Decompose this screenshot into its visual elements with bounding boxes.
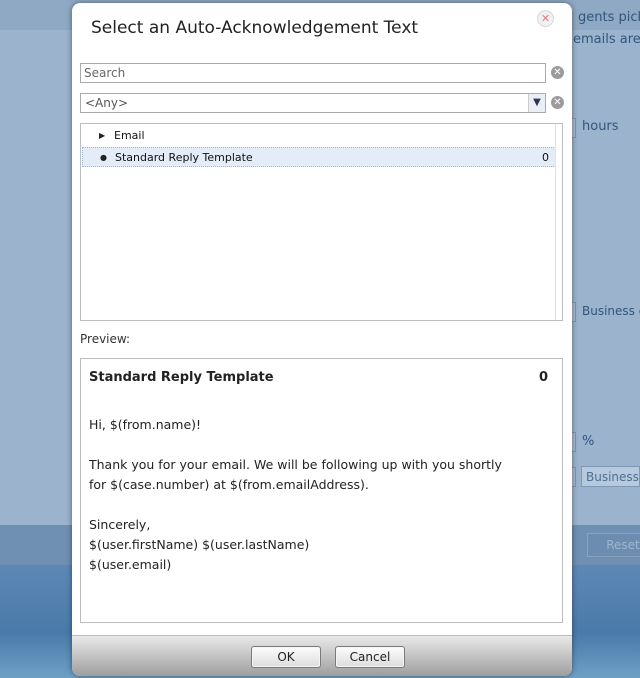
preview-line: for $(case.number) at $(from.emailAddres… [89,477,369,492]
bg-text: emails are [573,32,640,47]
category-filter-select[interactable]: <Any> ▼ [80,93,546,113]
bullet-icon: ● [100,153,107,162]
clear-icon[interactable]: ✕ [551,96,564,109]
bg-business-days-label: Business da [582,304,640,318]
cancel-button[interactable]: Cancel [335,646,405,668]
preview-label: Preview: [80,332,131,346]
dialog-title: Select an Auto-Acknowledgement Text [91,18,419,38]
bg-percent-label: % [582,434,595,449]
bg-text: gents pick [578,10,640,25]
template-tree: ▶ Email ● Standard Reply Template 0 [80,123,563,321]
preview-panel: Standard Reply Template 0 Hi, $(from.nam… [80,358,563,623]
tree-item-label: Email [114,129,145,142]
preview-count: 0 [538,370,548,385]
dialog-footer: OK Cancel [72,635,572,676]
tree-item-email[interactable]: ▶ Email [82,126,556,146]
tree-scrollbar[interactable] [555,124,562,320]
preview-line: Sincerely, [89,517,151,532]
ok-button[interactable]: OK [251,646,321,668]
chevron-down-icon[interactable]: ▼ [528,94,545,112]
tree-item-label: Standard Reply Template [115,151,253,164]
triangle-right-icon[interactable]: ▶ [99,126,105,146]
preview-line: Thank you for your email. We will be fol… [89,457,502,472]
clear-icon[interactable]: ✕ [551,66,564,79]
tree-item-standard-reply[interactable]: ● Standard Reply Template 0 [82,147,556,167]
close-icon[interactable]: ✕ [537,10,554,27]
preview-line: Hi, $(from.name)! [89,417,202,432]
preview-line: $(user.firstName) $(user.lastName) [89,537,310,552]
tree-item-count: 0 [542,151,549,164]
bg-hours-label: hours [582,119,619,134]
preview-title: Standard Reply Template [89,370,274,385]
search-input[interactable] [80,63,546,83]
bg-reset-button: Reset [587,533,640,557]
filter-value: <Any> [85,96,129,110]
auto-ack-dialog: Select an Auto-Acknowledgement Text ✕ ✕ … [72,3,572,676]
bg-business-select: Business c [581,466,640,487]
preview-line: $(user.email) [89,557,172,572]
